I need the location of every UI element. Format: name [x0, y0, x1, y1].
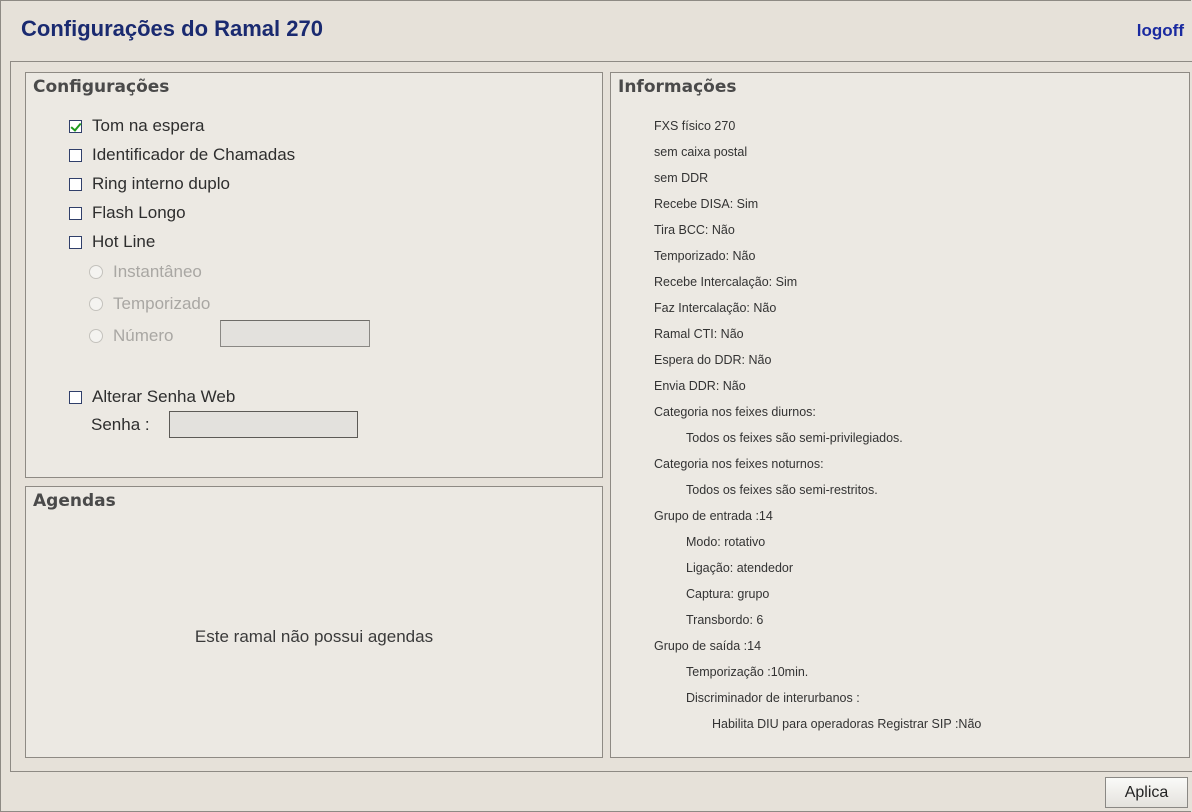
info-line: Transbordo: 6	[686, 613, 764, 627]
radio-temporizado[interactable]: Temporizado	[89, 294, 210, 314]
info-line: Captura: grupo	[686, 587, 770, 601]
radio-button[interactable]	[89, 329, 103, 343]
info-line: Recebe Intercalação: Sim	[654, 275, 798, 289]
option-label: Tom na espera	[92, 116, 205, 135]
apply-button[interactable]: Aplica	[1105, 777, 1188, 808]
checkbox-flash-longo[interactable]	[69, 206, 82, 220]
checkbox-ring-interno-duplo[interactable]	[69, 177, 82, 191]
checkbox-hot-line[interactable]	[69, 235, 82, 249]
logoff-link[interactable]: logoff	[1137, 21, 1184, 41]
option-flash-longo[interactable]: Flash Longo	[69, 203, 186, 223]
option-ring-interno-duplo[interactable]: Ring interno duplo	[69, 174, 230, 194]
option-label: Hot Line	[92, 232, 156, 251]
checkbox-tom-na-espera[interactable]	[69, 119, 82, 133]
option-alterar-senha-web[interactable]: Alterar Senha Web	[69, 387, 235, 407]
info-line: Ligação: atendedor	[686, 561, 794, 575]
agendas-panel-title: Agendas	[33, 491, 116, 511]
info-line: Temporização :10min.	[686, 665, 809, 679]
info-line: Grupo de entrada :14	[654, 509, 773, 523]
config-panel: Configurações Tom na espera Identificado…	[25, 72, 603, 478]
info-line: Habilita DIU para operadoras Registrar S…	[712, 717, 982, 731]
info-line: Categoria nos feixes noturnos:	[654, 457, 824, 471]
radio-label: Número	[113, 326, 174, 345]
senha-label: Senha :	[91, 415, 150, 434]
checkbox-alterar-senha-web[interactable]	[69, 390, 82, 404]
radio-label: Instantâneo	[113, 262, 202, 281]
checkbox-identificador-de-chamadas[interactable]	[69, 148, 82, 162]
info-line: Todos os feixes são semi-restritos.	[686, 483, 878, 497]
info-panel: Informações FXS físico 270 sem caixa pos…	[610, 72, 1190, 758]
info-line: Categoria nos feixes diurnos:	[654, 405, 816, 419]
info-line: Faz Intercalação: Não	[654, 301, 777, 315]
info-line: sem DDR	[654, 171, 709, 185]
no-agendas-message: Este ramal não possui agendas	[194, 627, 434, 646]
info-line: Modo: rotativo	[686, 535, 766, 549]
info-line: Todos os feixes são semi-privilegiados.	[686, 431, 903, 445]
option-label: Flash Longo	[92, 203, 186, 222]
numero-input[interactable]	[220, 320, 370, 347]
radio-button[interactable]	[89, 265, 103, 279]
config-panel-title: Configurações	[33, 77, 170, 97]
info-line: Envia DDR: Não	[654, 379, 746, 393]
info-line: sem caixa postal	[654, 145, 748, 159]
info-line: Tira BCC: Não	[654, 223, 735, 237]
radio-instantaneo[interactable]: Instantâneo	[89, 262, 202, 282]
info-line: Discriminador de interurbanos :	[686, 691, 860, 705]
radio-button[interactable]	[89, 297, 103, 311]
info-line: Recebe DISA: Sim	[654, 197, 759, 211]
option-hot-line[interactable]: Hot Line	[69, 232, 155, 252]
info-line: Ramal CTI: Não	[654, 327, 744, 341]
option-label: Identificador de Chamadas	[92, 145, 296, 164]
info-panel-title: Informações	[618, 77, 737, 97]
agendas-panel: Agendas Este ramal não possui agendas	[25, 486, 603, 758]
option-tom-na-espera[interactable]: Tom na espera	[69, 116, 204, 136]
option-identificador-de-chamadas[interactable]: Identificador de Chamadas	[69, 145, 295, 165]
senha-input[interactable]	[169, 411, 358, 438]
option-label: Ring interno duplo	[92, 174, 230, 193]
info-line: Grupo de saída :14	[654, 639, 762, 653]
info-line: Espera do DDR: Não	[654, 353, 772, 367]
page-title: Configurações do Ramal 270	[21, 16, 323, 41]
radio-label: Temporizado	[113, 294, 211, 313]
option-label: Alterar Senha Web	[92, 387, 236, 406]
info-line: FXS físico 270	[654, 119, 736, 133]
radio-numero[interactable]: Número	[89, 326, 173, 346]
info-line: Temporizado: Não	[654, 249, 756, 263]
